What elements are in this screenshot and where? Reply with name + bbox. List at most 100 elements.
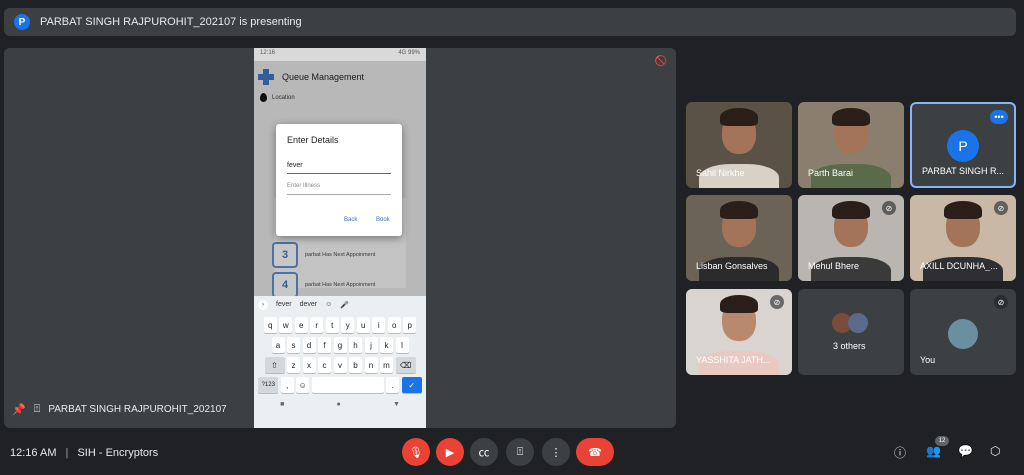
enter-details-dialog: Enter Details fever Enter Illness Back B… bbox=[276, 124, 402, 236]
participant-tile[interactable]: ⊘ AXILL DCUNHA_... bbox=[910, 195, 1016, 281]
captions-icon: ㏄ bbox=[478, 447, 490, 459]
participant-tile[interactable]: ⊘ Mehul Bhere bbox=[798, 195, 904, 281]
participant-tile[interactable]: Sahil Nirkhe bbox=[686, 102, 792, 188]
recents-icon: ■ bbox=[280, 400, 285, 408]
people-icon[interactable]: 👥 bbox=[926, 444, 941, 458]
key: v bbox=[333, 357, 347, 373]
key: w bbox=[279, 317, 293, 333]
presenter-avatar: P bbox=[14, 14, 30, 30]
dialog-book-button: Book bbox=[376, 217, 390, 223]
key: y bbox=[341, 317, 355, 333]
emoji-key-icon: ☺ bbox=[296, 377, 310, 393]
mic-off-icon: ⊘ bbox=[994, 201, 1008, 215]
key: i bbox=[372, 317, 386, 333]
participant-name: Lisban Gonsalves bbox=[696, 261, 768, 271]
key: l bbox=[395, 337, 409, 353]
end-call-icon: ☎ bbox=[588, 446, 602, 459]
phone-status-bar: 12:16 4G 99% bbox=[254, 48, 426, 61]
key: n bbox=[364, 357, 378, 373]
participant-tile[interactable]: Lisban Gonsalves bbox=[686, 195, 792, 281]
participant-tile[interactable]: Parth Barai bbox=[798, 102, 904, 188]
participant-name: PARBAT SINGH R... bbox=[922, 166, 1005, 176]
keyboard-suggestions: › fever dever ☺ 🎤 bbox=[254, 296, 426, 313]
camera-toggle-button[interactable]: ▶ bbox=[436, 438, 464, 466]
key: p bbox=[403, 317, 417, 333]
present-button[interactable]: ⍐ bbox=[506, 438, 534, 466]
separator: | bbox=[65, 447, 69, 459]
meeting-name: SIH - Encryptors bbox=[77, 447, 159, 459]
activities-icon[interactable]: ⬡ bbox=[990, 444, 1000, 458]
participant-name: AXILL DCUNHA_... bbox=[920, 261, 998, 271]
key: q bbox=[263, 317, 277, 333]
key: r bbox=[310, 317, 324, 333]
space-key bbox=[311, 377, 384, 393]
more-options-icon[interactable]: ••• bbox=[990, 110, 1008, 124]
illness-value-field: fever bbox=[287, 158, 391, 174]
phone-nav-bar: ■ ● ▼ bbox=[254, 397, 426, 411]
dialog-title: Enter Details bbox=[287, 135, 339, 145]
key: h bbox=[349, 337, 362, 353]
more-options-button[interactable]: ⋮ bbox=[542, 438, 570, 466]
key-row-1: q w e r t y u i o p bbox=[254, 317, 426, 333]
present-screen-icon: ⍐ bbox=[516, 445, 524, 458]
key: m bbox=[380, 357, 393, 373]
participant-hair bbox=[832, 108, 870, 126]
chat-icon[interactable]: 💬 bbox=[958, 444, 973, 458]
key: e bbox=[294, 317, 308, 333]
participant-name: Parth Barai bbox=[808, 168, 854, 178]
key: g bbox=[333, 337, 347, 353]
suggestion: dever bbox=[299, 301, 318, 308]
participant-avatar: P bbox=[947, 130, 979, 162]
mic-icon: 🎤 bbox=[340, 301, 349, 309]
participant-hair bbox=[832, 201, 870, 219]
key: s bbox=[287, 337, 300, 353]
participant-tile[interactable]: ⊘ YASSHITA JATH... bbox=[686, 289, 792, 375]
key: d bbox=[302, 337, 316, 353]
enter-illness-field: Enter Illness bbox=[287, 179, 391, 195]
pin-icon[interactable]: 📌 bbox=[12, 403, 26, 416]
phone-status-right: 4G 99% bbox=[398, 50, 420, 56]
presenting-text: PARBAT SINGH RAJPUROHIT_202107 is presen… bbox=[40, 16, 302, 28]
check-icon: ✓ bbox=[401, 377, 422, 393]
participant-tile-others[interactable]: 3 others bbox=[798, 289, 904, 375]
participant-tile-presenter[interactable]: ••• P PARBAT SINGH R... bbox=[910, 102, 1016, 188]
self-avatar bbox=[948, 319, 978, 349]
clock-text: 12:16 AM bbox=[10, 447, 57, 459]
home-icon: ● bbox=[336, 400, 341, 408]
presentation-stage: 12:16 4G 99% Queue Management Location 3… bbox=[4, 48, 676, 428]
symbols-key: ?123 bbox=[258, 377, 279, 393]
key: z bbox=[287, 357, 300, 373]
key: t bbox=[325, 317, 339, 333]
participant-tile-self[interactable]: ⊘ You bbox=[910, 289, 1016, 375]
key: f bbox=[318, 337, 331, 353]
present-screen-icon: ⍐ bbox=[33, 403, 41, 415]
more-vert-icon: ⋮ bbox=[550, 446, 562, 459]
end-call-button[interactable]: ☎ bbox=[576, 438, 614, 466]
participant-name: Sahil Nirkhe bbox=[696, 168, 745, 178]
key: c bbox=[318, 357, 331, 373]
backspace-icon: ⌫ bbox=[395, 357, 416, 373]
suggestion: fever bbox=[276, 301, 292, 308]
chevron-right-icon: › bbox=[258, 299, 268, 310]
info-icon[interactable]: ⓘ bbox=[894, 444, 906, 461]
mic-off-icon: 🚫 bbox=[654, 56, 668, 67]
participant-hair bbox=[720, 201, 758, 219]
presenter-name: PARBAT SINGH RAJPUROHIT_202107 bbox=[48, 404, 227, 415]
key: j bbox=[364, 337, 378, 353]
participant-name: YASSHITA JATH... bbox=[696, 355, 771, 365]
others-count: 3 others bbox=[833, 341, 866, 351]
participant-name: You bbox=[920, 355, 936, 365]
mic-off-icon: ⊘ bbox=[770, 295, 784, 309]
mic-off-icon: ⊘ bbox=[882, 201, 896, 215]
period-key: . bbox=[386, 377, 400, 393]
participant-name: Mehul Bhere bbox=[808, 261, 860, 271]
captions-button[interactable]: ㏄ bbox=[470, 438, 498, 466]
key: a bbox=[271, 337, 285, 353]
key: o bbox=[387, 317, 401, 333]
presenter-label: 📌 ⍐ PARBAT SINGH RAJPUROHIT_202107 bbox=[12, 403, 227, 416]
key-row-2: a s d f g h j k l bbox=[254, 337, 426, 353]
participant-hair bbox=[720, 108, 758, 126]
mic-toggle-button[interactable]: 🎙 bbox=[402, 438, 430, 466]
mic-off-icon: ⊘ bbox=[994, 295, 1008, 309]
key-row-4: ?123 , ☺ . ✓ bbox=[254, 377, 426, 393]
